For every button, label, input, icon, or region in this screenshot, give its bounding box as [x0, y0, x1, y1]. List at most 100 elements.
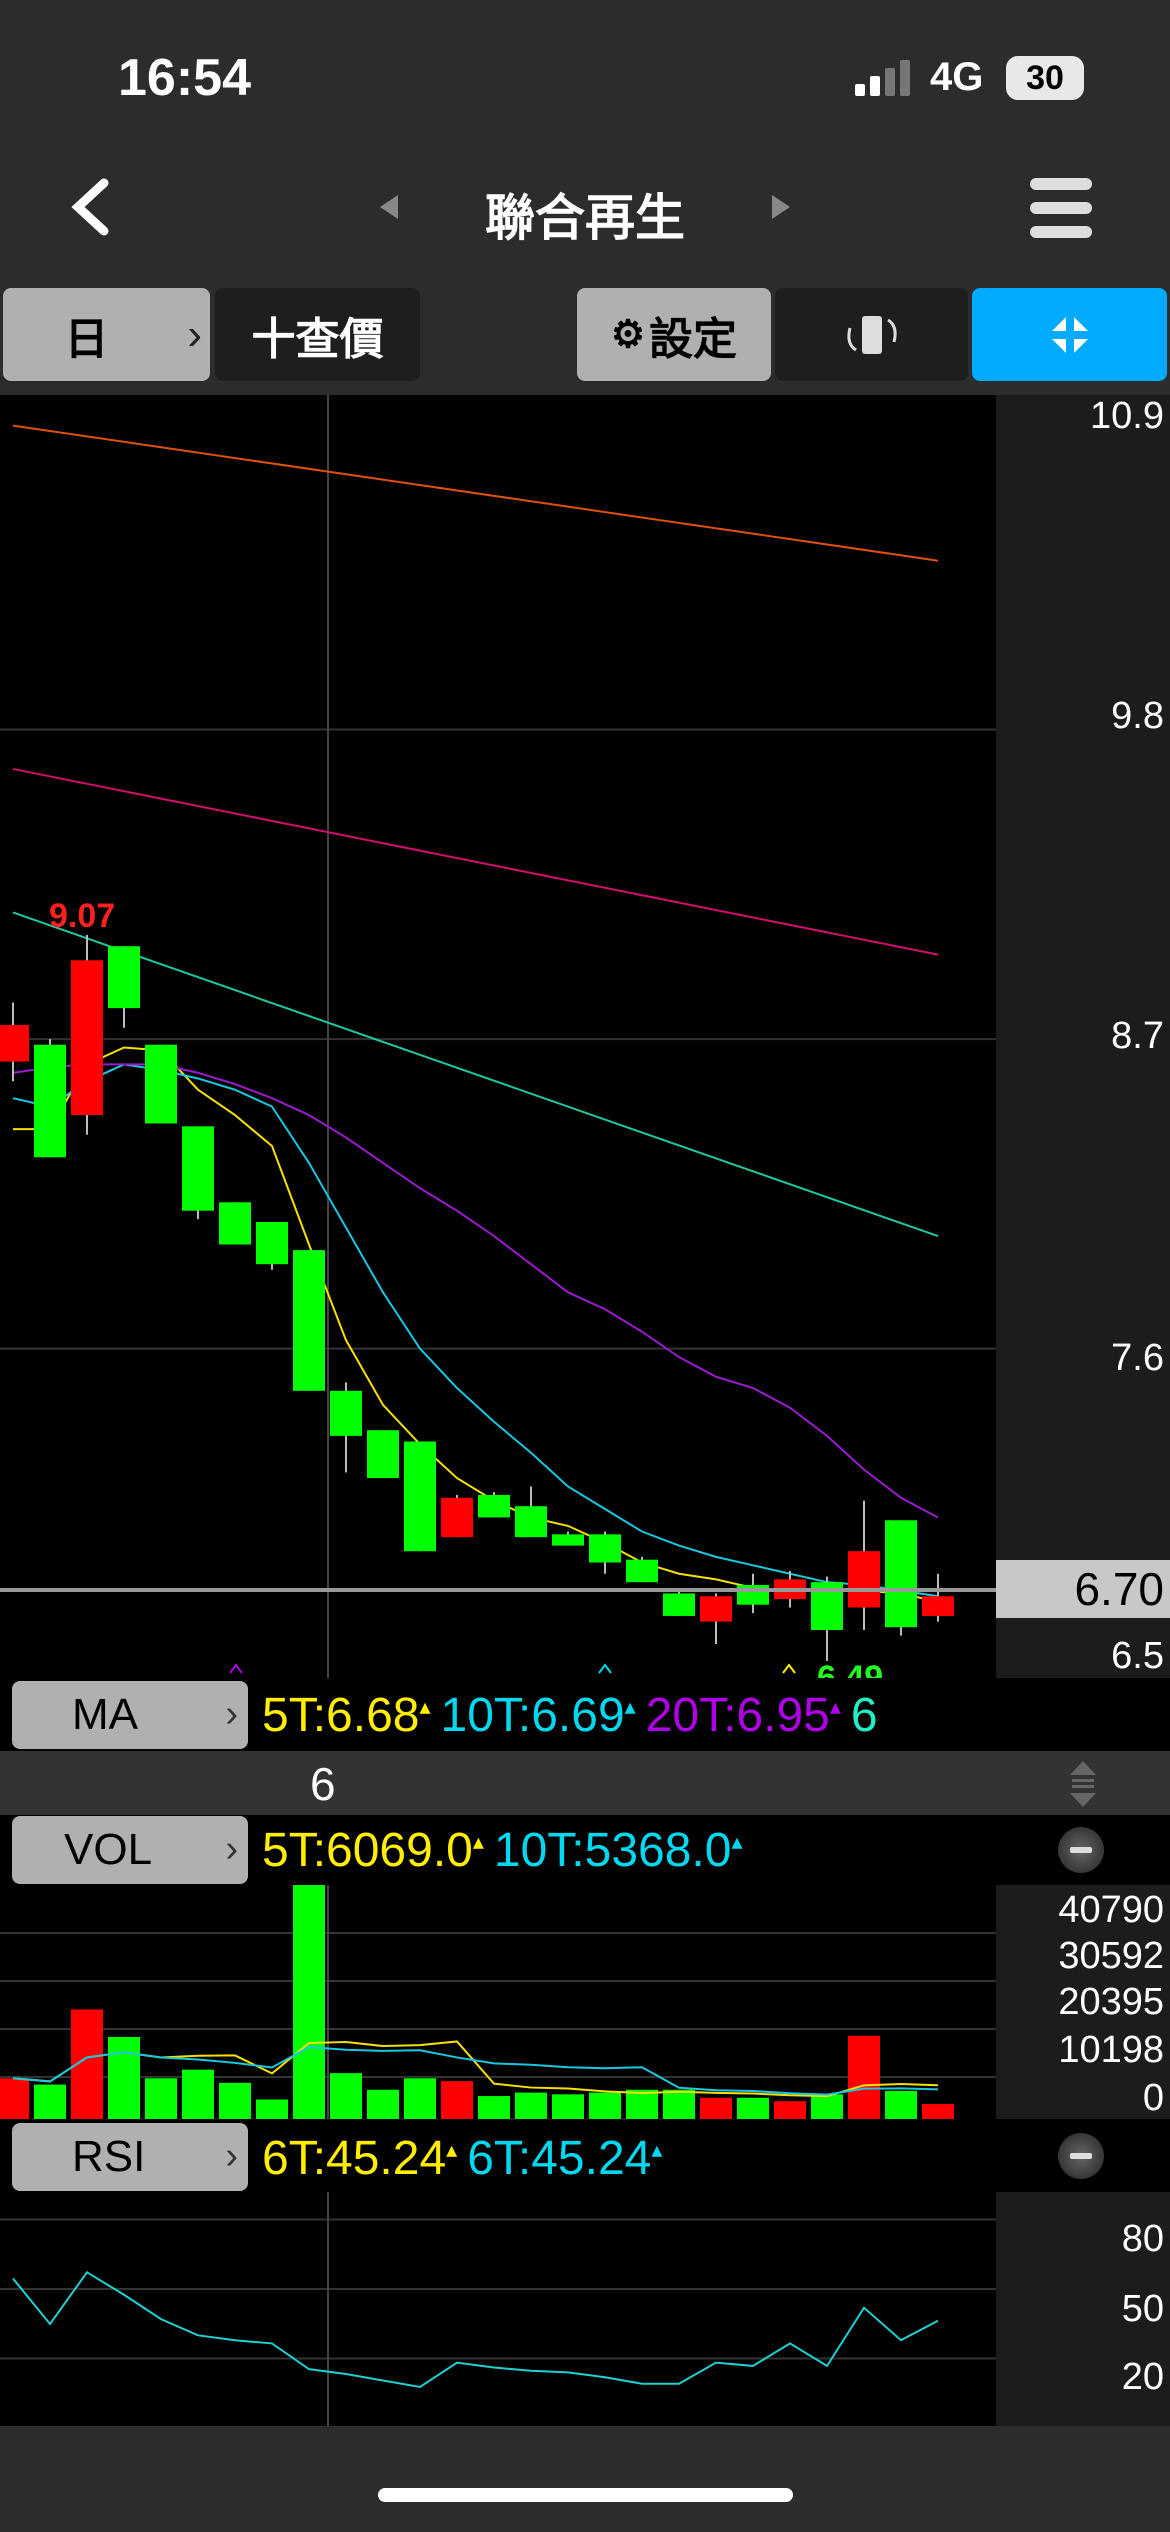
- candle: [663, 1593, 695, 1616]
- chevron-right-icon: ›: [225, 2135, 238, 2177]
- price-axis: 10.9 9.8 8.7 7.6 6.5 6.70: [996, 395, 1170, 1678]
- volume-bar: [811, 2094, 843, 2119]
- network-type: 4G: [930, 55, 984, 99]
- indicator-value: 20T:6.95: [645, 1689, 830, 1742]
- candle: [700, 1596, 732, 1622]
- volume-bar: [182, 2069, 214, 2119]
- clock: 16:54: [118, 49, 251, 107]
- vol-label: VOL: [64, 1825, 153, 1874]
- volume-bar: [589, 2092, 621, 2119]
- rsi-chart[interactable]: [0, 2192, 996, 2426]
- vol-selector[interactable]: VOL ›: [12, 1816, 248, 1884]
- volume-bar: [774, 2101, 806, 2119]
- volume-bar: [922, 2104, 954, 2119]
- high-label: 9.07: [49, 897, 115, 935]
- candle: [478, 1494, 510, 1518]
- indicator-value: 5T:6069.0: [262, 1824, 473, 1877]
- volume-bar: [626, 2089, 658, 2119]
- volume-bar: [848, 2035, 880, 2119]
- ma-line-ma20: [12, 1063, 939, 1519]
- volume-bar: [34, 2084, 66, 2119]
- ma-line-ma10: [12, 1063, 939, 1598]
- ma-line-ma5: [13, 1046, 939, 1603]
- candle: [367, 1430, 399, 1479]
- candlestick-chart[interactable]: 9.07 6.49: [0, 395, 996, 1678]
- low-label: 6.49: [817, 1659, 883, 1678]
- rsi-tick: 20: [1121, 2356, 1164, 2398]
- volume-bar: [737, 2097, 769, 2119]
- indicator-value: 10T:6.69: [440, 1689, 625, 1742]
- volume-bar: [441, 2081, 473, 2119]
- volume-bar: [552, 2094, 584, 2119]
- volume-bar: [145, 2078, 177, 2119]
- candle: [404, 1441, 436, 1552]
- ma-line-ma120: [12, 767, 939, 956]
- ma-line-ma240: [12, 424, 939, 562]
- volume-bar: [515, 2092, 547, 2119]
- rotate-button[interactable]: [775, 288, 968, 381]
- remove-vol-button[interactable]: [1058, 1827, 1104, 1873]
- candle: [108, 946, 140, 1009]
- volume-bar: [0, 2078, 29, 2119]
- trend-arrow-icon: ▴: [419, 1694, 431, 1719]
- volume-chart[interactable]: [0, 1885, 996, 2119]
- collapse-icon: [1051, 316, 1088, 353]
- vol-tick: 0: [1142, 2077, 1164, 2119]
- volume-bar: [885, 2090, 917, 2119]
- chevron-right-icon: ›: [225, 1693, 238, 1735]
- ma-marker-icon: [782, 1663, 796, 1674]
- volume-bar: [330, 2073, 362, 2119]
- ma-selector[interactable]: MA ›: [12, 1681, 248, 1749]
- trend-arrow-icon: ▴: [446, 2137, 458, 2162]
- settings-label: 設定: [649, 314, 738, 364]
- ma-marker-icon: [598, 1663, 612, 1674]
- signal-icon: [855, 60, 910, 96]
- minus-icon: [1070, 2153, 1092, 2159]
- volume-bar: [478, 2096, 510, 2119]
- rsi-selector[interactable]: RSI ›: [12, 2123, 248, 2191]
- candle: [515, 1506, 547, 1538]
- gear-icon: ⚙: [610, 314, 646, 356]
- quote-button[interactable]: 十查價: [215, 288, 420, 381]
- price-tick: 8.7: [1111, 1015, 1164, 1057]
- volume-bar: [219, 2082, 251, 2119]
- volume-bar: [108, 2036, 140, 2119]
- home-indicator[interactable]: [378, 2488, 793, 2502]
- indicator-value: 6T:45.24: [262, 2132, 447, 2185]
- trend-arrow-icon: ▴: [624, 1694, 636, 1719]
- candle: [330, 1390, 362, 1436]
- remove-rsi-button[interactable]: [1058, 2133, 1104, 2179]
- vol-row: VOL › 5T:6069.0▴ 10T:5368.0▴: [0, 1815, 1170, 1885]
- candle: [219, 1202, 251, 1245]
- rsi-values: 6T:45.24▴ 6T:45.24▴: [262, 2131, 672, 2186]
- ma-values: 5T:6.68▴ 10T:6.69▴ 20T:6.95▴ 6: [262, 1688, 892, 1743]
- resize-handle-icon[interactable]: [1068, 1761, 1098, 1807]
- ma-row: MA › 5T:6.68▴ 10T:6.69▴ 20T:6.95▴ 6: [0, 1678, 1170, 1751]
- trend-arrow-icon: ▴: [472, 1829, 484, 1854]
- price-tick: 10.9: [1090, 395, 1164, 437]
- candle: [737, 1584, 769, 1605]
- indicator-value: 6T:45.24: [467, 2132, 652, 2185]
- rotate-icon: [846, 315, 897, 354]
- volume-bar: [256, 2099, 288, 2119]
- period-selector[interactable]: 日 ›: [3, 288, 210, 381]
- battery-icon: 30: [1006, 56, 1084, 100]
- candle: [885, 1520, 917, 1628]
- period-label: 日: [64, 314, 109, 364]
- fullscreen-button[interactable]: [972, 288, 1167, 381]
- rsi-label: RSI: [72, 2132, 146, 2181]
- candle: [71, 960, 103, 1116]
- vol-tick: 10198: [1058, 2029, 1164, 2071]
- panel-divider[interactable]: 6: [0, 1751, 1170, 1815]
- chevron-right-icon: ›: [187, 309, 202, 359]
- indicator-value: 10T:5368.0: [493, 1824, 732, 1877]
- current-price-label: 6.70: [996, 1560, 1170, 1618]
- indicator-value: 5T:6.68: [262, 1689, 420, 1742]
- volume-axis: 40790 30592 20395 10198 0: [996, 1885, 1170, 2119]
- settings-button[interactable]: ⚙ 設定: [577, 288, 771, 381]
- vol-tick: 30592: [1058, 1935, 1164, 1977]
- rsi-axis: 80 50 20: [996, 2192, 1170, 2426]
- vol-tick: 20395: [1058, 1981, 1164, 2023]
- vol-values: 5T:6069.0▴ 10T:5368.0▴: [262, 1823, 752, 1878]
- divider-value: 6: [310, 1758, 336, 1810]
